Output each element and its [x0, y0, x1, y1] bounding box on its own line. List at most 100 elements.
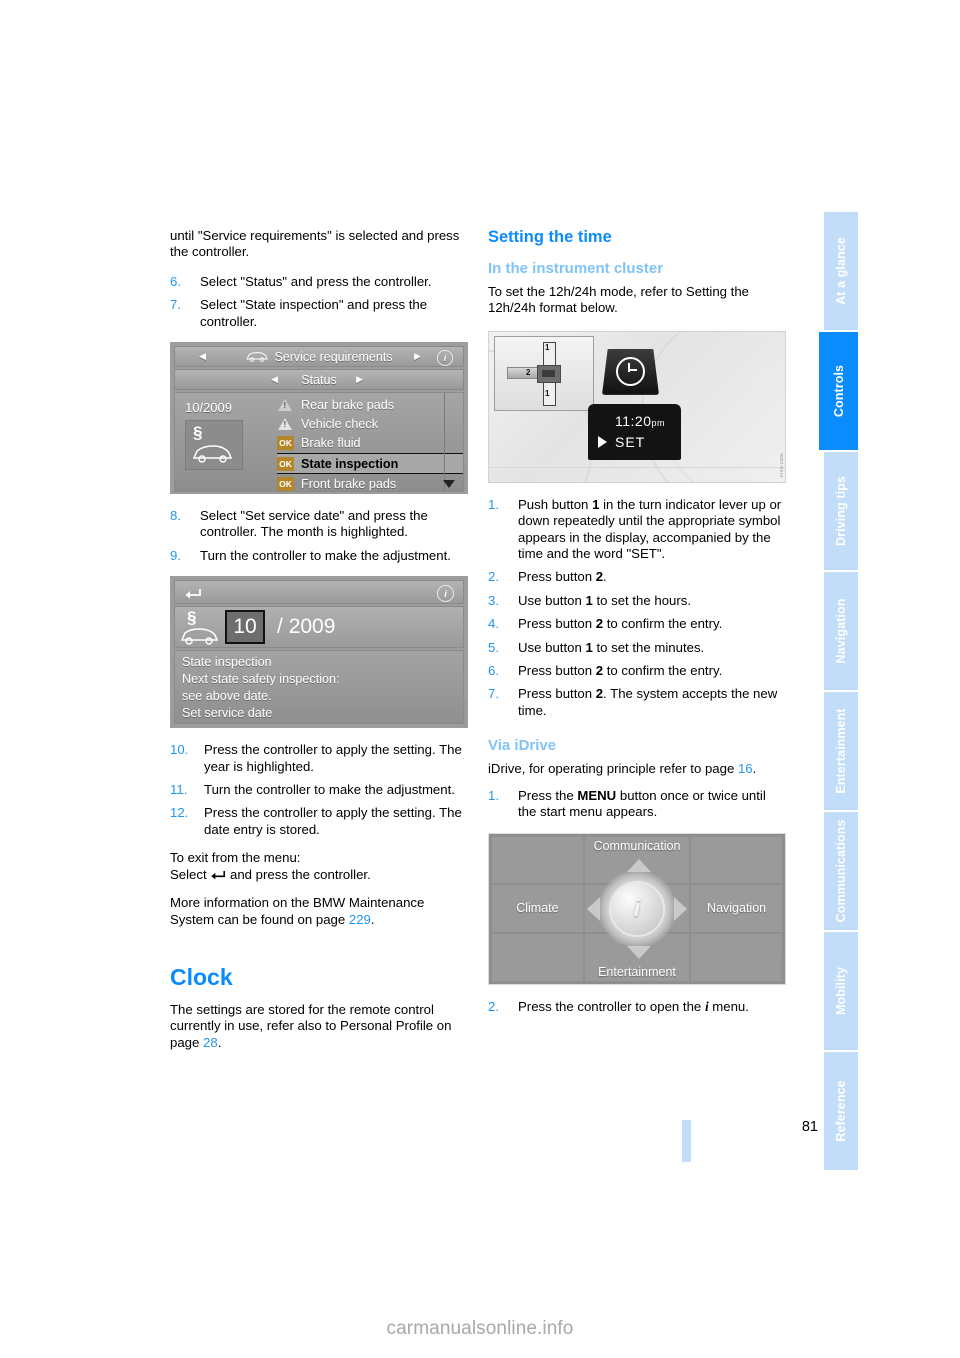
sidebar-item-communications[interactable]: Communications	[824, 812, 858, 930]
step-text: Turn the controller to make the adjustme…	[204, 782, 455, 798]
sidebar-item-label: Controls	[832, 364, 847, 418]
sidebar-item-navigation[interactable]: Navigation	[824, 572, 858, 690]
steps-list-6-7: 6. Select "Status" and press the control…	[170, 274, 468, 330]
table-row[interactable]: Rear brake pads	[277, 396, 463, 414]
exit-line-2-post: and press the controller.	[226, 866, 371, 882]
table-row-selected[interactable]: OK State inspection	[277, 453, 463, 475]
step-number: 7.	[488, 686, 499, 702]
sidebar-item-at-a-glance[interactable]: At a glance	[824, 212, 858, 330]
menu-item-entertainment[interactable]: Entertainment	[584, 933, 690, 981]
table-row[interactable]: Vehicle check	[277, 415, 463, 433]
idrive-step-2-list: 2. Press the controller to open the i me…	[488, 999, 786, 1015]
steps-list-10-12: 10. Press the controller to apply the se…	[170, 742, 468, 838]
figure1-body: 10/2009 § Rear brake pads Vehicle check …	[174, 392, 464, 493]
lever-button-graphic	[537, 364, 561, 383]
page-reference-link[interactable]: 16	[738, 761, 753, 776]
exit-instructions: To exit from the menu: Select and press …	[170, 850, 468, 883]
list-item: 11. Turn the controller to make the adju…	[170, 782, 468, 798]
step-text: Turn the controller to make the adjustme…	[200, 547, 451, 563]
step-text-pre: Press the controller to open the	[518, 998, 705, 1014]
sidebar-item-mobility[interactable]: Mobility	[824, 932, 858, 1050]
display-time-value: 11:20	[615, 412, 652, 429]
chevron-right-icon: ▶	[356, 374, 363, 385]
car-icon	[245, 351, 269, 362]
step-number: 6.	[488, 663, 499, 679]
step-bold-token: 2	[595, 686, 604, 702]
sidebar-item-reference[interactable]: Reference	[824, 1052, 858, 1170]
step-text-post: .	[603, 569, 607, 585]
sidebar-item-controls[interactable]: Controls	[819, 332, 858, 450]
list-item: 6. Press button 2 to confirm the entry.	[488, 663, 786, 679]
step-text-pre: Press button	[518, 616, 596, 632]
figure-service-requirements-status: ◀ Service requirements ▶ i ◀ Status ▶ 10…	[170, 342, 468, 495]
cluster-steps-list: 1. Push button 1 in the turn indicator l…	[488, 497, 786, 719]
page-reference-link[interactable]: 28	[203, 1035, 218, 1050]
figure2-line: Next state safety inspection:	[182, 672, 340, 687]
display-meridiem: pm	[651, 417, 666, 428]
subheading-via-idrive: Via iDrive	[488, 737, 557, 755]
row-label: State inspection	[301, 456, 399, 471]
year-value[interactable]: 2009	[289, 615, 336, 638]
figure2-line: Set service date	[182, 706, 273, 721]
page-reference-link[interactable]: 229	[349, 912, 371, 927]
info-icon: i	[437, 350, 453, 367]
menu-item-navigation[interactable]: Navigation	[691, 885, 782, 932]
step-number: 8.	[170, 508, 181, 524]
info-icon: i	[437, 585, 454, 603]
right-text-column: Setting the time In the instrument clust…	[488, 228, 786, 1027]
idrive-intro-post: .	[752, 761, 757, 777]
cluster-intro-paragraph: To set the 12h/24h mode, refer to Settin…	[488, 284, 749, 316]
step-text: Select "State inspection" and press the …	[200, 297, 428, 329]
idrive-step-1-list: 1. Press the MENU button once or twice u…	[488, 788, 786, 821]
menu-item-climate[interactable]: Climate	[492, 885, 583, 932]
step-text-pre: Press the	[518, 787, 578, 803]
menu-item-label: Entertainment	[598, 964, 676, 979]
sidebar-item-label: Reference	[833, 1080, 848, 1142]
more-info-post: .	[370, 911, 375, 927]
step-text: Press the controller to apply the settin…	[204, 805, 462, 837]
list-item: 12. Press the controller to apply the se…	[170, 805, 468, 838]
step-number: 7.	[170, 297, 181, 313]
menu-cell-empty-top-right	[691, 836, 782, 884]
figure-set-service-date: i § 10 / 2009 State inspection Next stat…	[170, 576, 468, 729]
step-text-pre: Press button	[518, 686, 596, 702]
list-item: 3. Use button 1 to set the hours.	[488, 593, 786, 609]
step-text-pre: Press button	[518, 663, 596, 679]
month-field-selected[interactable]: 10	[225, 610, 265, 645]
step-number: 4.	[488, 616, 499, 632]
display-time: 11:20pm	[615, 413, 665, 429]
step-number: 1.	[488, 496, 499, 512]
section-heading-setting-the-time: Setting the time	[488, 228, 612, 246]
menu-item-communication[interactable]: Communication	[584, 836, 690, 884]
figure1-left-pane: 10/2009 §	[175, 393, 277, 491]
list-item: 5. Use button 1 to set the minutes.	[488, 640, 786, 656]
step-bold-token: 2	[595, 616, 604, 632]
scrollbar[interactable]	[444, 393, 445, 492]
more-info-text: More information on the BMW Maintenance …	[170, 895, 425, 927]
clock-icon	[602, 348, 659, 395]
warning-triangle-icon	[277, 398, 294, 412]
list-item: 2. Press button 2.	[488, 569, 786, 585]
exit-line-1: To exit from the menu:	[170, 850, 301, 866]
menu-item-label: Navigation	[707, 901, 767, 916]
status-badge: OK	[277, 477, 294, 492]
sidebar-item-entertainment[interactable]: Entertainment	[824, 692, 858, 810]
figure2-description: State inspection Next state safety inspe…	[174, 650, 464, 725]
list-item: 1. Push button 1 in the turn indicator l…	[488, 497, 786, 563]
exit-line-2-pre: Select	[170, 866, 211, 882]
table-row[interactable]: OK Front brake pads	[277, 475, 463, 492]
page-marker-bar	[682, 1120, 691, 1162]
cluster-baseline	[489, 466, 785, 468]
back-arrow-icon[interactable]	[184, 586, 202, 602]
page-number: 81	[801, 1119, 818, 1135]
step-bold-token: 1	[585, 639, 593, 655]
display-set-row: SET	[598, 434, 645, 450]
table-row[interactable]: OK Brake fluid	[277, 434, 463, 452]
sidebar-item-driving-tips[interactable]: Driving tips	[824, 452, 858, 570]
figure-watermark: VIS3-1405	[779, 453, 784, 478]
idrive-menu-grid: Communication Climate Navigation Enterta…	[492, 836, 782, 981]
scroll-down-icon[interactable]	[443, 480, 455, 489]
sidebar-item-label: Driving tips	[833, 476, 848, 546]
menu-button-token: MENU	[577, 787, 617, 803]
sidebar-item-label: Navigation	[833, 598, 848, 664]
